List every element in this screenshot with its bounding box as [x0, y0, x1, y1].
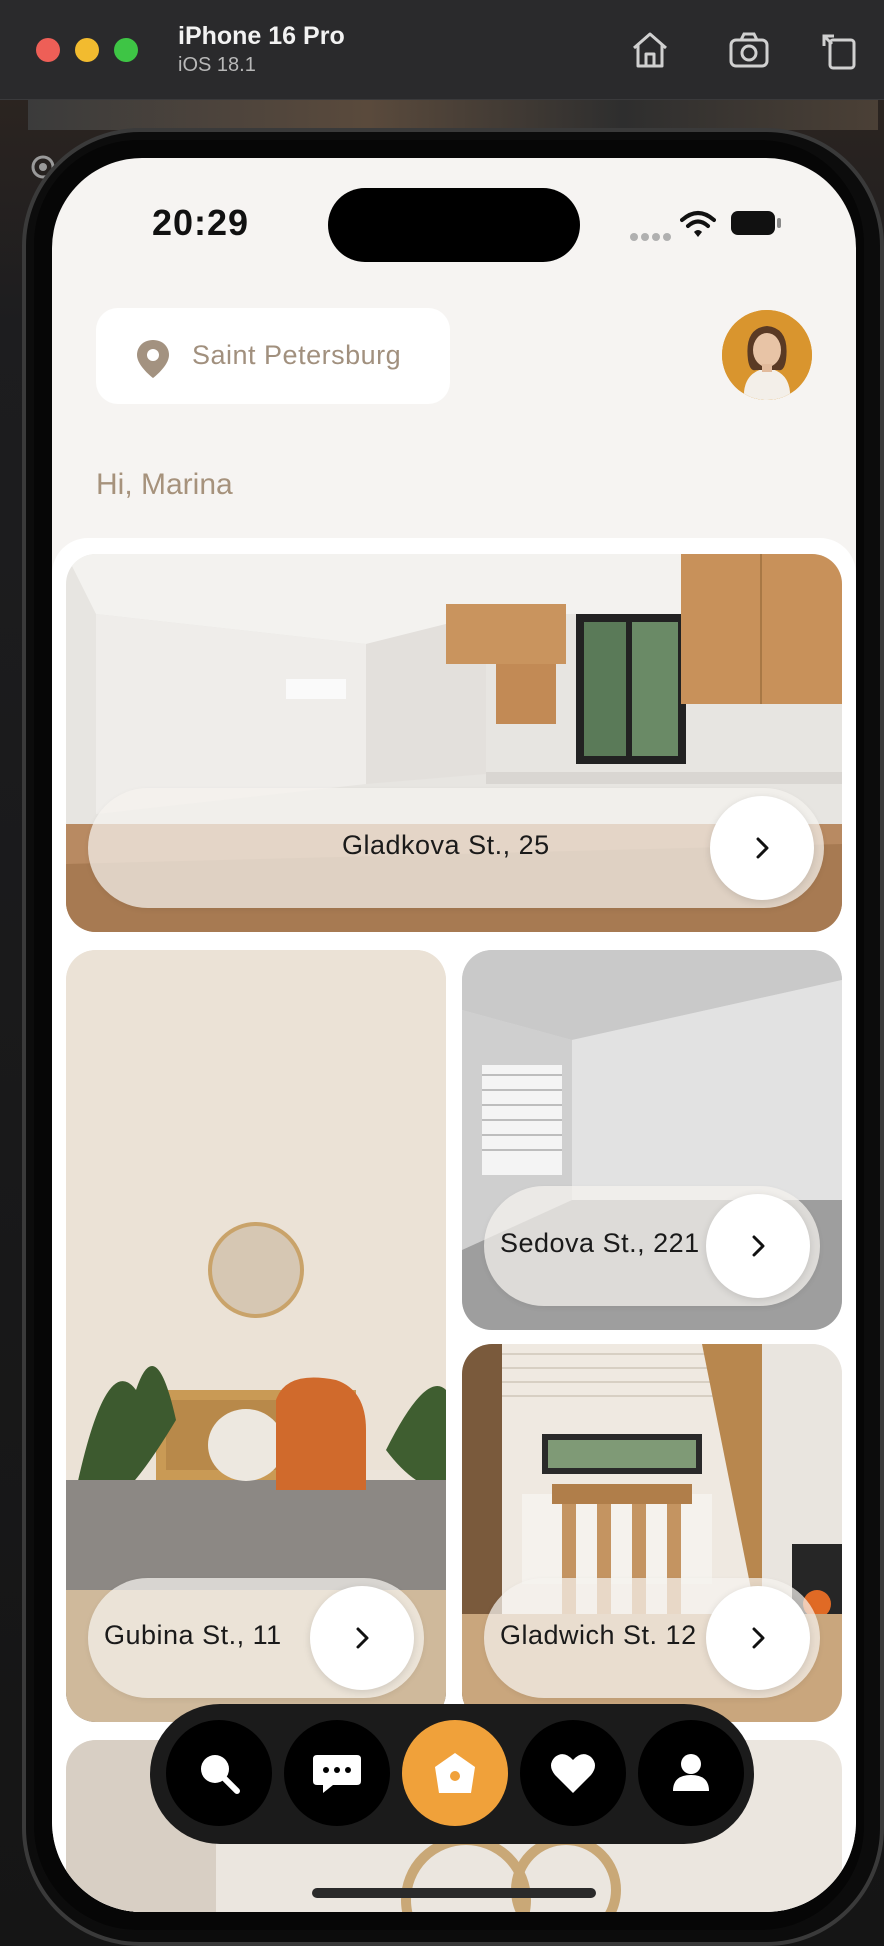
desktop-strip [28, 100, 878, 130]
rotate-icon[interactable] [818, 28, 862, 72]
status-time: 20:29 [152, 202, 250, 243]
home-icon[interactable] [628, 28, 672, 72]
property-card[interactable]: Sedova St., 221 [462, 950, 842, 1330]
avatar[interactable] [722, 310, 812, 400]
address-pill: Gubina St., 11 [88, 1578, 424, 1698]
chevron-right-icon [356, 1627, 369, 1649]
open-property-button[interactable] [310, 1586, 414, 1690]
bottom-nav-bar [150, 1704, 754, 1844]
greeting: Hi, Marina [96, 468, 233, 501]
chevron-right-icon [756, 837, 769, 859]
wifi-icon [680, 211, 716, 237]
address-label: Gladkova St., 25 [342, 830, 550, 860]
address-pill: Sedova St., 221 [484, 1186, 820, 1306]
search-icon [201, 1755, 240, 1794]
zoom-window-button[interactable] [114, 38, 138, 62]
chat-icon [313, 1755, 361, 1793]
chevron-right-icon [752, 1235, 765, 1257]
property-card[interactable]: Gubina St., 11 [66, 950, 446, 1722]
user-photo [722, 310, 812, 400]
location-selector[interactable]: Saint Petersburg [96, 308, 450, 404]
property-card[interactable]: Gladwich St. 12 [462, 1344, 842, 1722]
close-window-button[interactable] [36, 38, 60, 62]
location-label: Saint Petersburg [192, 340, 402, 370]
address-pill: Gladkova St., 25 [88, 788, 824, 908]
property-card[interactable]: Gladkova St., 25 [66, 554, 842, 932]
nav-chat-button[interactable] [284, 1720, 390, 1826]
chevron-right-icon [752, 1627, 765, 1649]
profile-icon [673, 1754, 709, 1791]
address-label: Gladwich St. 12 [500, 1620, 697, 1650]
screenshot-icon[interactable] [727, 28, 771, 72]
signal-icon [630, 228, 674, 246]
phone-screen: 20:29 Saint Petersburg Hi, Marina Gladko… [52, 158, 856, 1912]
nav-home-button[interactable] [402, 1720, 508, 1826]
home-icon [435, 1753, 475, 1793]
nav-favorites-button[interactable] [520, 1720, 626, 1826]
favorites-icon [551, 1754, 595, 1793]
minimize-window-button[interactable] [75, 38, 99, 62]
nav-profile-button[interactable] [638, 1720, 744, 1826]
open-property-button[interactable] [706, 1586, 810, 1690]
nav-search-button[interactable] [166, 1720, 272, 1826]
address-label: Gubina St., 11 [104, 1620, 282, 1650]
battery-icon [731, 211, 781, 235]
open-property-button[interactable] [710, 796, 814, 900]
simulator-device-name: iPhone 16 Pro [178, 22, 345, 50]
simulator-titlebar: iPhone 16 Pro iOS 18.1 [0, 0, 884, 100]
map-pin-icon [137, 340, 169, 378]
open-property-button[interactable] [706, 1194, 810, 1298]
dynamic-island [328, 188, 580, 262]
address-pill: Gladwich St. 12 [484, 1578, 820, 1698]
address-label: Sedova St., 221 [500, 1228, 700, 1258]
simulator-os-version: iOS 18.1 [178, 54, 256, 76]
home-indicator [312, 1888, 596, 1898]
